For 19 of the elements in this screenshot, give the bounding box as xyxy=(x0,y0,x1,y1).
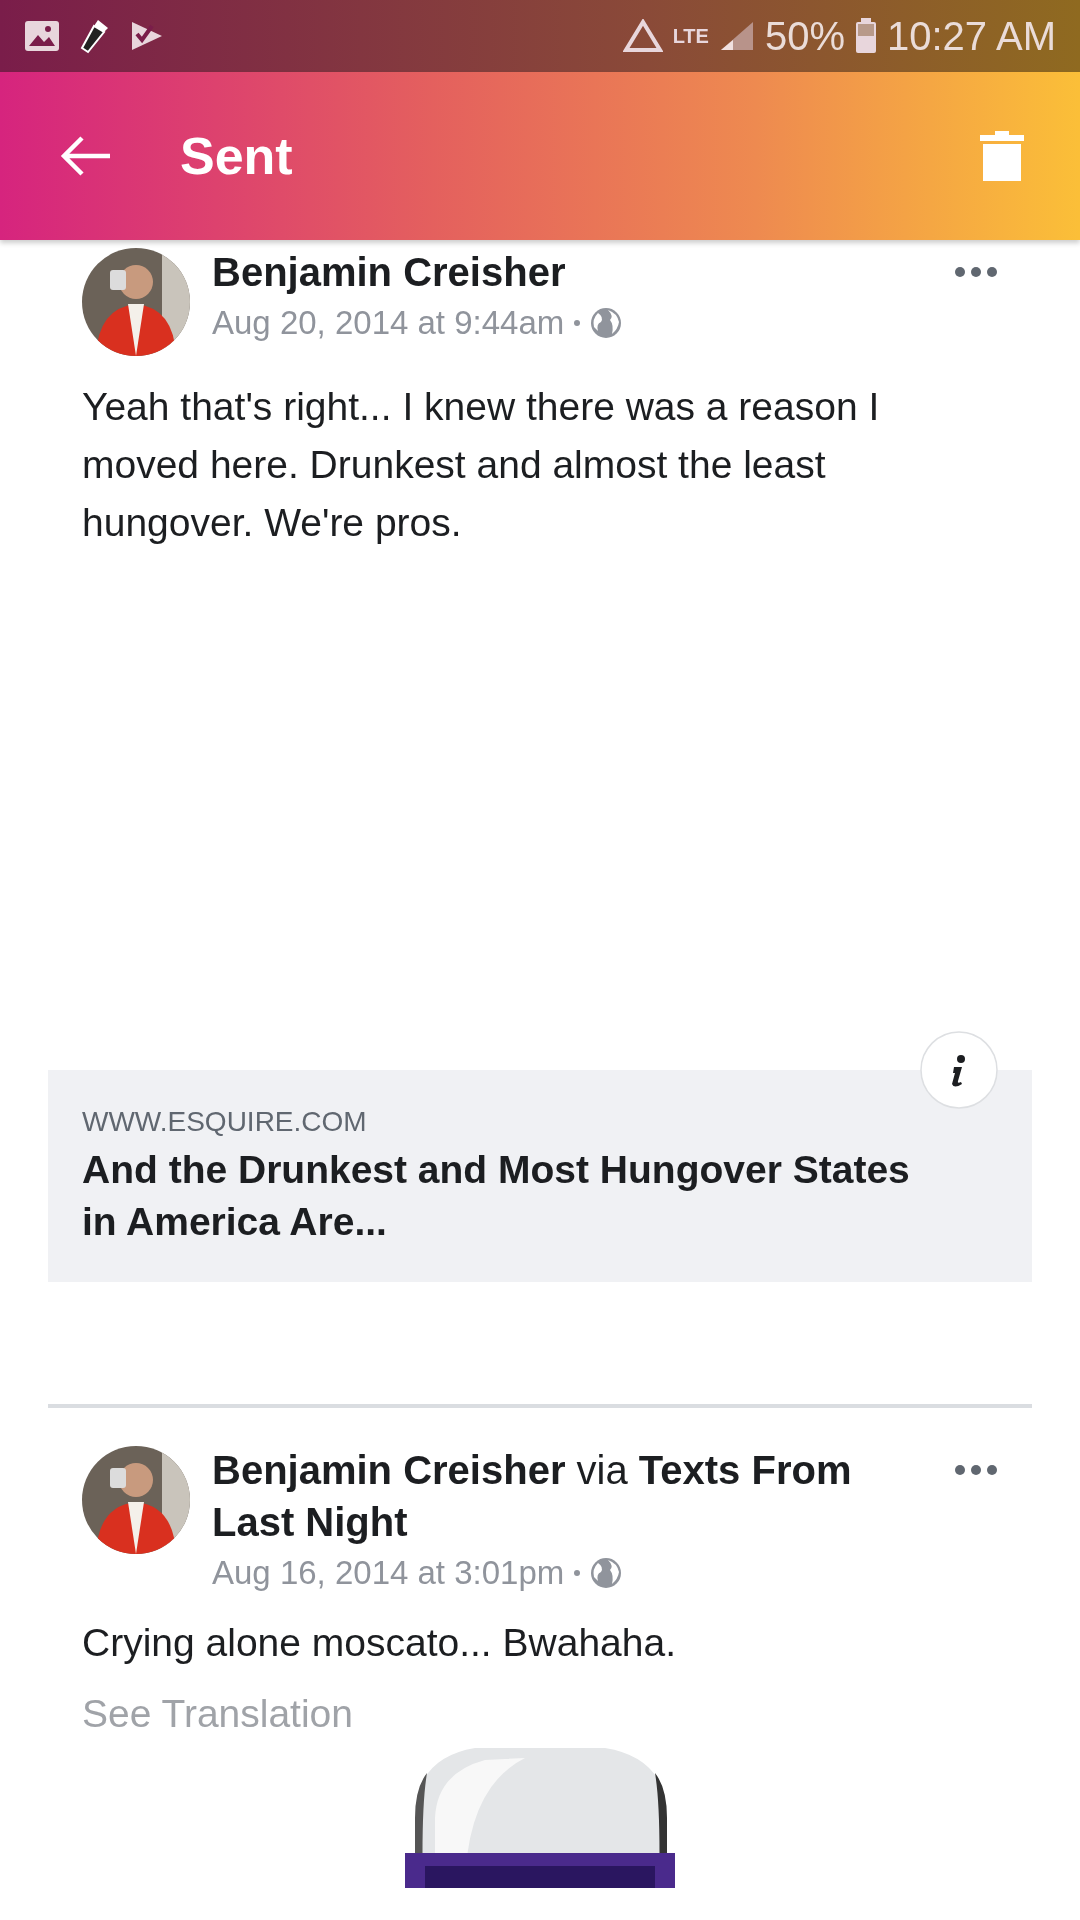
flashlight-icon xyxy=(80,18,110,54)
back-arrow-icon[interactable] xyxy=(60,136,112,176)
post-text: Crying alone moscato... Bwahaha. xyxy=(82,1620,677,1666)
link-preview[interactable]: WWW.ESQUIRE.COM And the Drunkest and Most Hungover States in America Are... xyxy=(48,1070,1032,1282)
battery-percent: 50% xyxy=(764,13,845,59)
post-text: Yeah that's right... I knew there was a reason I moved here. Drunkest and almost the least hungover. We're pros. xyxy=(82,384,881,546)
checkmark-icon xyxy=(130,20,164,52)
more-icon[interactable] xyxy=(954,1464,998,1476)
gallery-icon xyxy=(24,20,60,52)
battery-icon xyxy=(855,18,877,54)
link-title: And the Drunkest and Most Hungover States in America Are... xyxy=(82,1147,911,1245)
info-icon[interactable] xyxy=(920,1031,998,1109)
network-type: LTE xyxy=(672,24,709,48)
post-author[interactable]: Benjamin Creisher xyxy=(212,246,912,298)
link-domain: WWW.ESQUIRE.COM xyxy=(82,1106,368,1138)
more-icon[interactable] xyxy=(954,266,998,278)
screen-title: Sent xyxy=(180,126,294,186)
clock: 10:27 AM xyxy=(887,13,1056,59)
post-author[interactable]: Benjamin Creisher via Texts From Last Night xyxy=(212,1444,912,1548)
